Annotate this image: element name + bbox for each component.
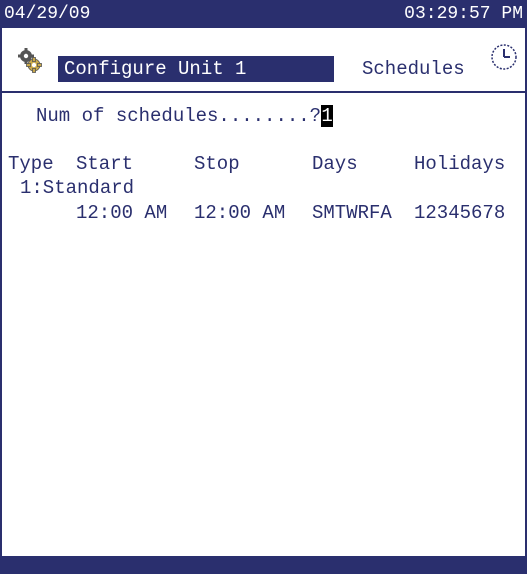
column-header-type: Type	[8, 153, 54, 175]
menu-title[interactable]: Configure Unit 1	[58, 56, 334, 82]
status-date: 04/29/09	[4, 4, 91, 24]
schedule-days[interactable]: SMTWRFA	[312, 201, 392, 225]
num-schedules-input[interactable]: 1	[321, 105, 334, 127]
column-header-start: Start	[76, 153, 134, 175]
header-divider	[2, 91, 525, 93]
status-bar: 04/29/09 03:29:57 PM	[2, 0, 525, 28]
schedule-start[interactable]: 12:00 AM	[76, 201, 167, 225]
clock-icon	[491, 44, 517, 70]
gears-icon	[18, 48, 42, 73]
schedule-type: 1:Standard	[20, 177, 135, 199]
screen-header: Configure Unit 1 Schedules	[2, 38, 525, 86]
schedule-stop[interactable]: 12:00 AM	[194, 201, 285, 225]
column-header-stop: Stop	[194, 153, 240, 175]
num-schedules-label: Num of schedules........?	[36, 105, 322, 127]
section-label: Schedules	[362, 58, 465, 80]
bottom-bar	[2, 556, 525, 574]
num-schedules-field[interactable]: Num of schedules........?1	[36, 104, 334, 128]
terminal-screen: 04/29/09 03:29:57 PM Configure Unit 1 Sc…	[0, 0, 527, 574]
schedule-holidays[interactable]: 12345678	[414, 201, 505, 225]
column-header-holidays: Holidays	[414, 153, 506, 175]
status-time: 03:29:57 PM	[404, 4, 523, 24]
column-header-days: Days	[312, 153, 358, 175]
